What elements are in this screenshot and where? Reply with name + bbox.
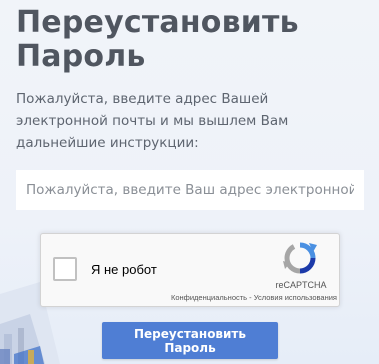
page-title-line-2: Пароль bbox=[16, 39, 146, 74]
links-separator: - bbox=[247, 293, 254, 302]
recaptcha-widget: Я не робот reCAPTCHA Конфиденциальность … bbox=[40, 233, 340, 307]
email-input[interactable] bbox=[16, 170, 364, 210]
recaptcha-logo-icon bbox=[283, 242, 317, 274]
terms-link[interactable]: Условия использования bbox=[254, 293, 337, 302]
privacy-link[interactable]: Конфиденциальность bbox=[171, 293, 247, 302]
recaptcha-checkbox[interactable] bbox=[53, 257, 77, 281]
page-title-line-1: Переустановить bbox=[16, 5, 299, 40]
page-title: Переустановить Пароль bbox=[16, 6, 299, 74]
instructions-text: Пожалуйста, введите адрес Вашей электрон… bbox=[16, 91, 289, 151]
reset-password-button[interactable]: Переустановить Пароль bbox=[102, 322, 278, 359]
recaptcha-links: Конфиденциальность - Условия использован… bbox=[147, 293, 337, 302]
recaptcha-brand-text: reCAPTCHA bbox=[275, 280, 327, 290]
recaptcha-checkbox-label: Я не робот bbox=[91, 262, 157, 277]
